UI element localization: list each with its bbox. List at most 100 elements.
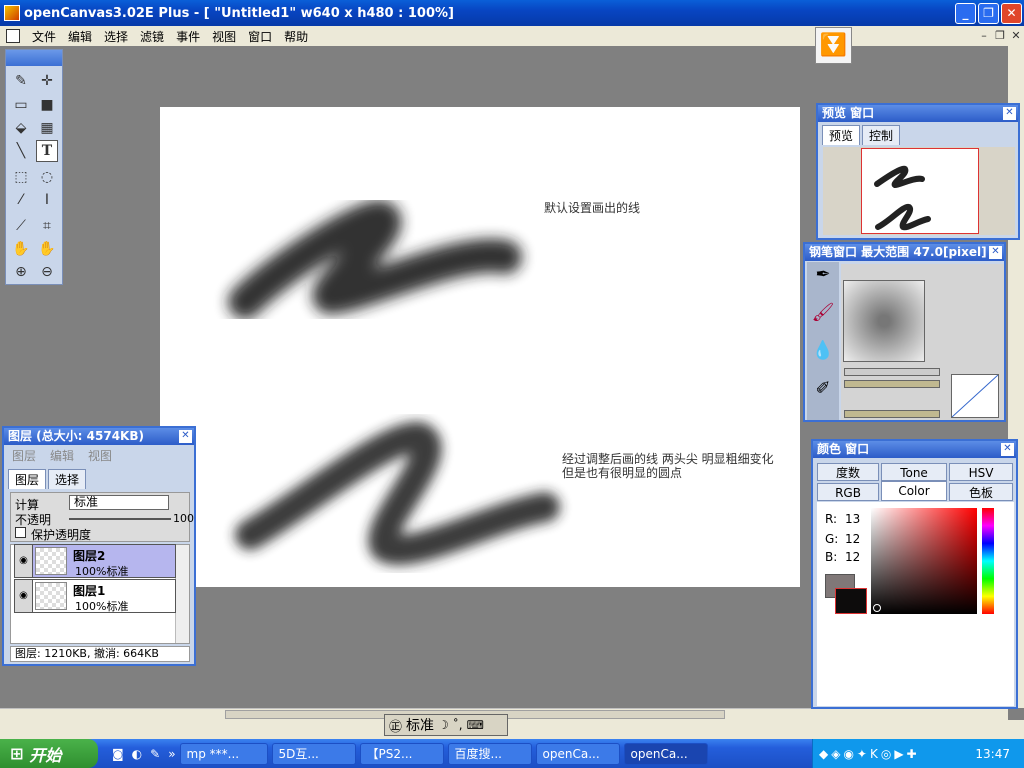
layer-list-scrollbar[interactable] xyxy=(175,545,189,643)
tab-preview[interactable]: 预览 xyxy=(822,125,861,145)
tab-control[interactable]: 控制 xyxy=(862,125,901,145)
layers-menu-layer[interactable]: 图层 xyxy=(12,447,36,464)
start-label: 开始 xyxy=(29,745,62,765)
calc-mode-select[interactable]: 标准 xyxy=(69,495,169,510)
more-icon[interactable]: » xyxy=(168,747,175,761)
water-drop-icon[interactable]: 💧 xyxy=(809,340,837,376)
mdi-restore-button[interactable]: ❐ xyxy=(992,29,1008,43)
ime-mode-label[interactable]: 标准 xyxy=(406,715,434,735)
tab-color[interactable]: Color xyxy=(881,481,947,501)
close-icon[interactable]: ✕ xyxy=(179,430,192,443)
protect-alpha-checkbox[interactable] xyxy=(15,527,26,538)
menu-help[interactable]: 帮助 xyxy=(278,28,314,45)
brush-icon[interactable]: 🖌 xyxy=(809,302,837,338)
tab-tone[interactable]: Tone xyxy=(881,463,947,481)
bucket-icon[interactable]: ⬙ xyxy=(10,117,32,139)
layers-menu-view[interactable]: 视图 xyxy=(88,447,112,464)
brush-slider[interactable] xyxy=(844,368,940,376)
task-button[interactable]: openCa... xyxy=(623,742,708,765)
eyedropper-icon[interactable]: ⟋ xyxy=(10,215,32,237)
menu-view[interactable]: 视图 xyxy=(206,28,242,45)
menu-select[interactable]: 选择 xyxy=(98,28,134,45)
window-title: openCanvas3.02E Plus - [ "Untitled1" w64… xyxy=(24,5,454,21)
brush-slider[interactable] xyxy=(844,410,940,418)
quicklaunch-icon[interactable]: ✎ xyxy=(150,747,160,761)
ime-icon[interactable]: ㊣ xyxy=(389,716,402,735)
preview-area[interactable] xyxy=(823,147,1015,235)
tray-icons[interactable]: ◆◈◉✦K◎▶✚ xyxy=(819,747,920,761)
menu-file[interactable]: 文件 xyxy=(26,28,62,45)
layers-tabs: 图层 选择 xyxy=(4,466,194,489)
mdi-minimize-button[interactable]: – xyxy=(976,29,992,43)
eye-icon[interactable]: ◉ xyxy=(15,580,33,612)
close-button[interactable]: ✕ xyxy=(1001,2,1022,24)
hand-icon[interactable]: ✋ xyxy=(10,238,32,260)
title-bar: openCanvas3.02E Plus - [ "Untitled1" w64… xyxy=(0,0,1024,26)
tab-swatches[interactable]: 色板 xyxy=(949,483,1013,501)
drawing-canvas[interactable]: 默认设置画出的线 经过调整后画的线 两头尖 明显粗细变化 但是也有很明显的圆点 xyxy=(160,107,800,587)
menu-event[interactable]: 事件 xyxy=(170,28,206,45)
layer-row[interactable]: ◉ 图层1 100%标准 xyxy=(14,579,176,613)
pen-icon[interactable]: ✎ xyxy=(10,70,32,92)
crop-icon[interactable]: ⌗ xyxy=(36,215,58,237)
mdi-close-button[interactable]: ✕ xyxy=(1008,29,1024,43)
rotate-hand-icon[interactable]: ✋ xyxy=(36,238,58,260)
tab-rgb[interactable]: RGB xyxy=(817,483,879,501)
layers-menu-edit[interactable]: 编辑 xyxy=(50,447,74,464)
brush-slider[interactable] xyxy=(844,380,940,388)
task-button[interactable]: 【PS2... xyxy=(359,742,444,765)
lasso-icon[interactable]: ◌ xyxy=(36,166,58,188)
preview-panel-title[interactable]: 预览 窗口 ✕ xyxy=(818,105,1018,122)
text-icon[interactable]: T xyxy=(36,140,58,162)
brush-panel-title[interactable]: 钢笔窗口 最大范围 47.0[pixel] ✕ xyxy=(805,244,1004,261)
close-icon[interactable]: ✕ xyxy=(1003,107,1016,120)
fill-rect-icon[interactable]: ■ xyxy=(36,94,58,116)
rect-select-icon[interactable]: ⬚ xyxy=(10,166,32,188)
layer-row[interactable]: ◉ 图层2 100%标准 xyxy=(14,544,176,578)
task-button[interactable]: 5D互... xyxy=(271,742,356,765)
quicklaunch-icon[interactable]: ◐ xyxy=(132,747,142,761)
punct-icon[interactable]: ˚, xyxy=(453,718,463,732)
moon-icon[interactable]: ☽ xyxy=(438,718,449,732)
picker-cursor[interactable] xyxy=(873,604,881,612)
saturation-value-picker[interactable] xyxy=(871,508,977,614)
hue-slider[interactable] xyxy=(982,508,994,614)
start-button[interactable]: ⊞ 开始 xyxy=(0,739,98,768)
pen-nib-icon[interactable]: ✒ xyxy=(809,264,837,300)
close-icon[interactable]: ✕ xyxy=(1001,443,1014,456)
menu-filter[interactable]: 滤镜 xyxy=(134,28,170,45)
tab-selection[interactable]: 选择 xyxy=(48,469,87,489)
tab-layers[interactable]: 图层 xyxy=(8,469,47,489)
rectangle-icon[interactable]: ▭ xyxy=(10,94,32,116)
pressure-curve[interactable] xyxy=(951,374,999,418)
menu-window[interactable]: 窗口 xyxy=(242,28,278,45)
quicklaunch-icon[interactable]: ◙ xyxy=(112,747,124,761)
line-icon[interactable]: ╲ xyxy=(10,140,32,162)
color-panel-title[interactable]: 颜色 窗口 ✕ xyxy=(813,441,1016,458)
close-icon[interactable]: ✕ xyxy=(989,246,1002,259)
collapse-panels-icon[interactable]: ⏬ xyxy=(815,27,852,64)
zoom-out-icon[interactable]: ⊖ xyxy=(36,261,58,283)
layers-panel-title[interactable]: 图层 (总大小: 4574KB) ✕ xyxy=(4,428,194,445)
opacity-slider[interactable] xyxy=(69,518,171,520)
task-button[interactable]: mp ***... xyxy=(179,742,268,765)
eye-icon[interactable]: ◉ xyxy=(15,545,33,577)
menu-edit[interactable]: 编辑 xyxy=(62,28,98,45)
maximize-button[interactable]: ❐ xyxy=(978,2,999,24)
toolbox-header[interactable] xyxy=(6,50,62,66)
task-button[interactable]: openCa... xyxy=(535,742,620,765)
tab-hsv[interactable]: HSV xyxy=(949,463,1013,481)
minimize-button[interactable]: _ xyxy=(955,2,976,24)
zoom-in-icon[interactable]: ⊕ xyxy=(10,261,32,283)
document-icon[interactable] xyxy=(6,29,20,43)
adjusted-stroke xyxy=(235,421,560,565)
gradient-icon[interactable]: ▦ xyxy=(36,117,58,139)
move-icon[interactable]: ✛ xyxy=(36,70,58,92)
foreground-color-swatch[interactable] xyxy=(835,588,867,614)
text-select-icon[interactable]: I xyxy=(36,189,58,211)
keyboard-icon[interactable]: ⌨ xyxy=(467,718,484,732)
task-button[interactable]: 百度搜... xyxy=(447,742,532,765)
tab-degree[interactable]: 度数 xyxy=(817,463,879,481)
airbrush-icon[interactable]: ✐ xyxy=(809,378,837,414)
wand-icon[interactable]: ⁄ xyxy=(10,189,32,211)
